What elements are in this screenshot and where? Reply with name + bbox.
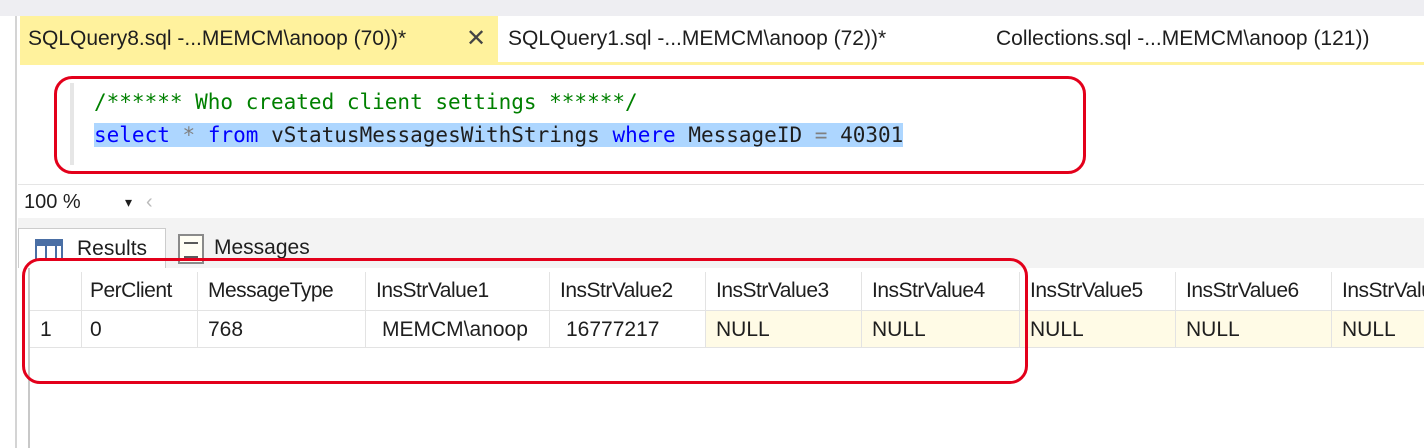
results-tab-bar: Results Messages: [18, 218, 1424, 268]
column-header[interactable]: InsStrValue5: [1020, 272, 1176, 310]
column-header[interactable]: InsStrValue1: [366, 272, 550, 310]
tab-results[interactable]: Results: [18, 228, 166, 268]
grid-cell-null[interactable]: NULL: [1020, 310, 1176, 348]
query-line[interactable]: select * from vStatusMessagesWithStrings…: [94, 120, 904, 150]
grid-cell[interactable]: MEMCM\anoop: [366, 310, 550, 348]
selected-query-text: select * from vStatusMessagesWithStrings…: [94, 123, 904, 147]
tab-label: SQLQuery8.sql -...MEMCM\anoop (70))*: [28, 27, 407, 50]
message-id-value: 40301: [840, 123, 904, 147]
grid-icon: [35, 239, 63, 261]
document-tab-strip: SQLQuery8.sql -...MEMCM\anoop (70))* ✕ S…: [0, 0, 1424, 65]
grid-cell-null[interactable]: NULL: [1332, 310, 1424, 348]
close-icon[interactable]: ✕: [462, 16, 490, 62]
window-left-border: [15, 16, 17, 448]
tab-sqlquery8[interactable]: SQLQuery8.sql -...MEMCM\anoop (70))* ✕: [20, 16, 498, 62]
tab-strip-background: [0, 0, 1424, 16]
tab-messages[interactable]: Messages: [168, 228, 320, 268]
query-editor[interactable]: /****** Who created client settings ****…: [18, 65, 1424, 183]
grid-cell-null[interactable]: NULL: [862, 310, 1020, 348]
column-header[interactable]: InsStrValu: [1332, 272, 1424, 310]
tab-messages-label: Messages: [214, 236, 310, 259]
column-header[interactable]: InsStrValue6: [1176, 272, 1332, 310]
grid-cell-null[interactable]: NULL: [1176, 310, 1332, 348]
chevron-down-icon: ▾: [124, 194, 132, 210]
star-operator: *: [182, 123, 196, 147]
scroll-left-icon[interactable]: ‹: [146, 189, 153, 215]
keyword-where: where: [612, 123, 676, 147]
tab-sqlquery1[interactable]: SQLQuery1.sql -...MEMCM\anoop (72))*: [500, 16, 970, 62]
zoom-dropdown[interactable]: 100 % ▾: [20, 189, 138, 215]
results-grid[interactable]: PerClient MessageType InsStrValue1 InsSt…: [28, 268, 1424, 448]
view-name: vStatusMessagesWithStrings: [271, 123, 600, 147]
column-header[interactable]: MessageType: [198, 272, 366, 310]
messages-icon: [178, 234, 204, 264]
table-row[interactable]: 1 0 768 MEMCM\anoop 16777217 NULL NULL N…: [30, 310, 1424, 348]
keyword-from: from: [207, 123, 259, 147]
column-header[interactable]: PerClient: [82, 272, 198, 310]
tab-results-label: Results: [77, 237, 148, 260]
grid-cell[interactable]: 0: [82, 310, 198, 348]
row-number[interactable]: 1: [30, 310, 82, 348]
zoom-value: 100 %: [24, 191, 81, 213]
grid-cell[interactable]: 16777217: [550, 310, 706, 348]
tab-label: Collections.sql -...MEMCM\anoop (121)): [996, 27, 1370, 50]
selection-margin: [70, 83, 74, 165]
equals-operator: =: [814, 123, 828, 147]
column-header[interactable]: InsStrValue2: [550, 272, 706, 310]
row-number-header: [30, 272, 82, 310]
column-header[interactable]: InsStrValue4: [862, 272, 1020, 310]
grid-header-row: PerClient MessageType InsStrValue1 InsSt…: [30, 272, 1424, 310]
column-header[interactable]: InsStrValue3: [706, 272, 862, 310]
comment-line: /****** Who created client settings ****…: [94, 90, 638, 114]
column-name: MessageID: [688, 123, 803, 147]
grid-cell-null[interactable]: NULL: [706, 310, 862, 348]
keyword-select: select: [94, 123, 170, 147]
zoom-bar: 100 % ▾ ‹: [18, 184, 1424, 218]
tab-label: SQLQuery1.sql -...MEMCM\anoop (72))*: [508, 27, 887, 50]
grid-cell[interactable]: 768: [198, 310, 366, 348]
tab-collections[interactable]: Collections.sql -...MEMCM\anoop (121)): [988, 16, 1424, 62]
